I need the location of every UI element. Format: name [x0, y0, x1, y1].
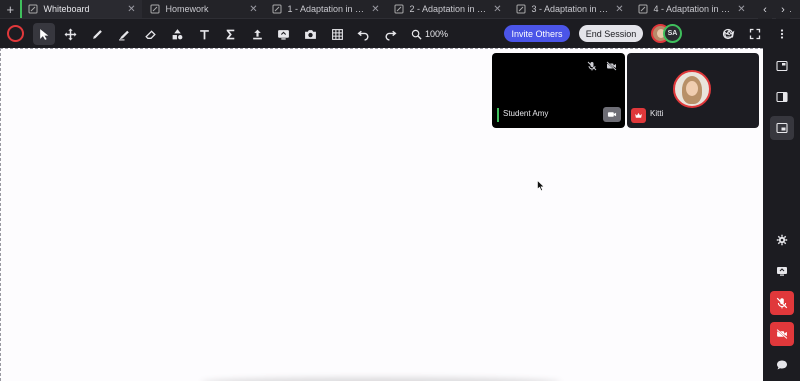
camera-tool[interactable] [299, 23, 321, 45]
mute-microphone-button[interactable] [770, 291, 794, 315]
layout-side-button[interactable] [770, 85, 794, 109]
text-icon [199, 29, 209, 39]
document-icon [516, 4, 526, 14]
more-options-icon[interactable] [774, 26, 790, 42]
grid-icon [331, 28, 343, 40]
student-avatar[interactable]: SA [663, 24, 682, 43]
camera-icon [304, 29, 316, 39]
right-sidebar [763, 48, 800, 381]
layout-side-icon [776, 91, 788, 103]
mouse-cursor-icon [537, 180, 545, 192]
mic-off-icon [776, 297, 788, 309]
undo-button[interactable] [352, 23, 374, 45]
tab-scroll-left-icon[interactable]: ‹ [758, 0, 772, 19]
zoom-magnifier-icon [411, 29, 422, 40]
pan-tool[interactable] [59, 23, 81, 45]
chat-bubble-icon [777, 360, 787, 370]
layout-top-button[interactable] [770, 54, 794, 78]
tab-scroll-right-icon[interactable]: › [776, 0, 790, 19]
settings-button[interactable] [770, 228, 794, 252]
app-window: + Whiteboard ✕ Homework ✕ 1 - Adaptation… [0, 0, 800, 381]
student-video-tile[interactable]: Student Amy [492, 53, 625, 128]
toolbar: 100% Invite Others End Session SA [0, 20, 800, 48]
tab-adaptation-1[interactable]: 1 - Adaptation in anim... ✕ [264, 0, 386, 18]
tab-adaptation-4[interactable]: 4 - Adaptation in anim... ✕ [630, 0, 752, 18]
redo-button[interactable] [379, 23, 401, 45]
timer-icon[interactable] [720, 26, 736, 42]
screen-share-tool[interactable] [272, 23, 294, 45]
video-camera-icon [607, 112, 617, 117]
pen-icon [92, 29, 102, 39]
end-session-button[interactable]: End Session [579, 25, 643, 42]
layout-floating-icon [776, 122, 788, 134]
tab-label: 4 - Adaptation in anim... [653, 4, 733, 14]
add-tab-button[interactable]: + [0, 0, 20, 18]
zoom-level: 100% [425, 29, 449, 39]
math-tool[interactable] [219, 23, 241, 45]
close-tab-icon[interactable]: ✕ [736, 4, 746, 15]
close-tab-icon[interactable]: ✕ [126, 4, 136, 15]
highlighter-icon [118, 30, 129, 40]
chat-button[interactable] [770, 353, 794, 377]
pen-tool[interactable] [86, 23, 108, 45]
layout-floating-button[interactable] [770, 116, 794, 140]
tab-label: 1 - Adaptation in anim... [287, 4, 367, 14]
document-icon [638, 4, 648, 14]
zoom-control[interactable]: 100% [411, 23, 448, 45]
speaking-indicator [497, 108, 499, 122]
eraser-tool[interactable] [139, 23, 161, 45]
select-tool[interactable] [33, 23, 55, 45]
screen-share-icon [777, 267, 787, 276]
close-tab-icon[interactable]: ✕ [492, 4, 502, 15]
eraser-icon [144, 29, 156, 39]
document-icon [272, 4, 282, 14]
invite-others-button[interactable]: Invite Others [504, 25, 570, 42]
highlighter-tool[interactable] [113, 23, 135, 45]
screen-share-button[interactable] [770, 259, 794, 283]
participant-name: Student Amy [503, 109, 549, 118]
camera-off-icon[interactable] [606, 61, 617, 71]
participant-name: Kitti [650, 109, 664, 118]
mic-muted-icon[interactable] [587, 61, 597, 71]
tab-label: Homework [165, 4, 209, 14]
document-icon [394, 4, 404, 14]
record-icon[interactable] [7, 25, 24, 42]
cursor-arrow-icon [39, 28, 48, 40]
host-crown-icon [631, 108, 646, 123]
tab-homework[interactable]: Homework ✕ [142, 0, 264, 18]
sigma-icon [226, 29, 234, 39]
close-tab-icon[interactable]: ✕ [614, 4, 624, 15]
tab-adaptation-2[interactable]: 2 - Adaptation in anim... ✕ [386, 0, 508, 18]
camera-off-button[interactable] [770, 322, 794, 346]
tab-label: 2 - Adaptation in anim... [409, 4, 489, 14]
document-icon [28, 4, 38, 14]
upload-tool[interactable] [246, 23, 268, 45]
tab-adaptation-3[interactable]: 3 - Adaptation in anim... ✕ [508, 0, 630, 18]
teacher-profile-photo [673, 70, 711, 108]
present-icon [277, 29, 289, 40]
tab-whiteboard[interactable]: Whiteboard ✕ [20, 0, 143, 18]
document-icon [150, 4, 160, 14]
teacher-video-tile[interactable]: Kitti [627, 53, 759, 128]
close-tab-icon[interactable]: ✕ [248, 4, 258, 15]
redo-icon [385, 30, 397, 41]
tab-label: Whiteboard [43, 4, 90, 14]
gear-icon [776, 234, 788, 246]
undo-icon [356, 30, 368, 41]
text-tool[interactable] [193, 23, 215, 45]
video-toggle-button[interactable] [603, 107, 621, 122]
shapes-tool[interactable] [166, 23, 188, 45]
tab-bar: + Whiteboard ✕ Homework ✕ 1 - Adaptation… [0, 0, 800, 19]
upload-icon [252, 29, 262, 39]
grid-tool[interactable] [326, 23, 348, 45]
move-icon [64, 28, 76, 40]
fullscreen-icon[interactable] [747, 26, 763, 42]
video-off-icon [776, 328, 788, 340]
shapes-icon [172, 28, 182, 39]
close-tab-icon[interactable]: ✕ [370, 4, 380, 15]
tab-label: 3 - Adaptation in anim... [531, 4, 611, 14]
layout-top-icon [776, 60, 788, 72]
canvas-shadow [201, 377, 561, 381]
